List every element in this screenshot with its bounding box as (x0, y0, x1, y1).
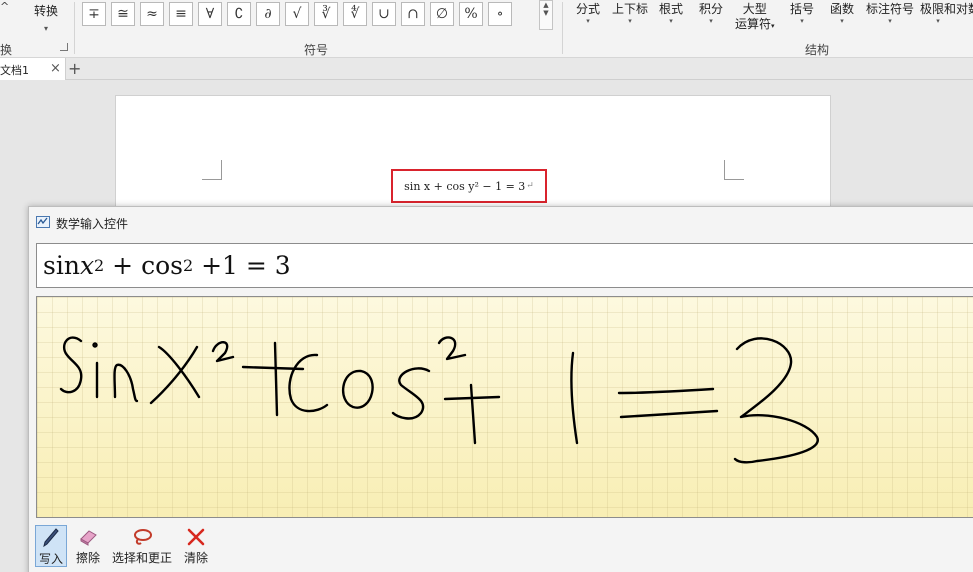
script-button[interactable]: 上下标 ▾ (612, 2, 648, 26)
symbol-approx-equal[interactable]: ≅ (111, 2, 135, 26)
symbol-gallery-scroller[interactable]: ▲ ▼ (539, 0, 553, 30)
document-equation-text: sin x + cos y² − 1 = 3 (404, 179, 526, 193)
more-icon[interactable]: ▼ (540, 9, 552, 17)
new-tab-plus-icon[interactable]: + (68, 59, 81, 78)
chevron-down-icon: ▾ (628, 17, 632, 25)
chevron-down-icon: ▾ (888, 17, 892, 25)
symbol-intersection[interactable]: ∩ (401, 2, 425, 26)
symbol-cube-root[interactable]: ∛ (314, 2, 338, 26)
symbols-group-label: 符号 (304, 43, 329, 57)
paragraph-mark: ↵ (526, 181, 534, 191)
lasso-icon (134, 529, 153, 545)
chevron-down-icon: ▾ (43, 24, 48, 33)
limit-log-label: 极限和对数 (920, 2, 973, 16)
symbol-empty-set[interactable]: ∅ (430, 2, 454, 26)
clear-label: 清除 (184, 551, 209, 565)
select-and-correct-button[interactable]: 选择和更正 (109, 525, 175, 567)
large-operator-label-2: 运算符 (735, 17, 772, 31)
fraction-label: 分式 (576, 2, 601, 16)
erase-label: 擦除 (76, 551, 101, 565)
math-input-toolbar: 写入 擦除 选择和更正 清除 (35, 525, 211, 567)
limit-log-button[interactable]: 极限和对数 ▾ (920, 2, 973, 26)
integral-label: 积分 (699, 2, 724, 16)
select-and-correct-label: 选择和更正 (112, 551, 173, 565)
ribbon: ^ 转换 ▾ 换 ∓ ≅ ≈ ≡ ∀ ∁ ∂ √ ∛ ∜ ∪ ∩ ∅ % ∘ ▲… (0, 0, 973, 58)
preview-plus-cos: + cos (104, 251, 183, 280)
margin-corner-mark (724, 160, 744, 180)
document-equation[interactable]: sin x + cos y² − 1 = 3 ↵ (391, 169, 547, 203)
integral-button[interactable]: 积分 ▾ (699, 2, 723, 26)
large-operator-label: 大型 (742, 2, 767, 16)
chevron-down-icon: ▾ (586, 17, 590, 25)
dialog-title: 数学输入控件 (56, 217, 129, 231)
script-label: 上下标 (612, 2, 649, 16)
chevron-down-icon: ▾ (936, 17, 940, 25)
eraser-icon (80, 530, 97, 546)
handwriting-canvas[interactable] (36, 296, 973, 518)
symbol-percent[interactable]: % (459, 2, 483, 26)
dialog-launcher-icon[interactable] (60, 43, 68, 51)
preview-sin: sin (43, 251, 80, 280)
accent-button[interactable]: 标注符号 ▾ (866, 2, 914, 26)
radical-button[interactable]: 根式 ▾ (659, 2, 683, 26)
symbol-ring-operator[interactable]: ∘ (488, 2, 512, 26)
function-label: 函数 (830, 2, 855, 16)
chevron-down-icon: ▾ (669, 17, 673, 25)
close-icon[interactable]: × (50, 61, 61, 76)
symbol-sqrt[interactable]: √ (285, 2, 309, 26)
chevron-down-icon: ▾ (709, 17, 713, 25)
accent-label: 标注符号 (866, 2, 915, 16)
convert-top-fragment: ^ (0, 0, 10, 13)
erase-button[interactable]: 擦除 (73, 525, 103, 567)
symbol-gallery: ∓ ≅ ≈ ≡ ∀ ∁ ∂ √ ∛ ∜ ∪ ∩ ∅ % ∘ (82, 2, 512, 26)
symbol-union[interactable]: ∪ (372, 2, 396, 26)
math-input-dialog: 数学输入控件 sin x2 + cos 2 +1 = 3 写入 擦除 选择和更正… (28, 206, 973, 572)
pen-icon (43, 528, 59, 548)
chevron-down-icon: ▾ (771, 22, 775, 30)
group-separator (74, 2, 75, 54)
fraction-button[interactable]: 分式 ▾ (576, 2, 600, 26)
convert-label: 转换 (33, 4, 58, 18)
structures-group-label: 结构 (805, 43, 830, 57)
math-input-app-icon (36, 216, 50, 228)
preview-exp-1: 2 (94, 256, 105, 275)
symbol-minus-plus[interactable]: ∓ (82, 2, 106, 26)
chevron-down-icon: ▾ (840, 17, 844, 25)
bracket-label: 括号 (790, 2, 815, 16)
convert-group-label: 换 (0, 43, 13, 57)
preview-rest: +1 = 3 (193, 251, 291, 280)
write-button[interactable]: 写入 (35, 525, 68, 567)
bracket-button[interactable]: 括号 ▾ (790, 2, 814, 26)
chevron-down-icon: ▾ (800, 17, 804, 25)
recognized-math-preview[interactable]: sin x2 + cos 2 +1 = 3 (36, 243, 973, 288)
symbol-almost-equal[interactable]: ≈ (140, 2, 164, 26)
preview-exp-2: 2 (182, 256, 194, 275)
clear-button[interactable]: 清除 (181, 525, 211, 567)
radical-label: 根式 (659, 2, 684, 16)
symbol-partial[interactable]: ∂ (256, 2, 280, 26)
symbol-fourth-root[interactable]: ∜ (343, 2, 367, 26)
preview-x: x (79, 251, 95, 280)
scroll-up-icon[interactable]: ▲ (540, 1, 552, 9)
symbol-for-all[interactable]: ∀ (198, 2, 222, 26)
convert-button[interactable]: 转换 ▾ (22, 2, 70, 33)
symbol-complement[interactable]: ∁ (227, 2, 251, 26)
document-tab-bar: 文档1 × + (0, 58, 973, 80)
document-tab-label: 文档1 (0, 64, 29, 77)
handwriting-ink (59, 336, 819, 464)
margin-corner-mark (202, 160, 222, 180)
write-label: 写入 (39, 552, 64, 566)
clear-x-icon (187, 528, 205, 546)
symbol-identical[interactable]: ≡ (169, 2, 193, 26)
large-operator-button[interactable]: 大型 运算符▾ (735, 2, 775, 34)
group-separator (562, 2, 563, 54)
document-tab[interactable]: 文档1 × (0, 58, 66, 80)
function-button[interactable]: 函数 ▾ (830, 2, 854, 26)
